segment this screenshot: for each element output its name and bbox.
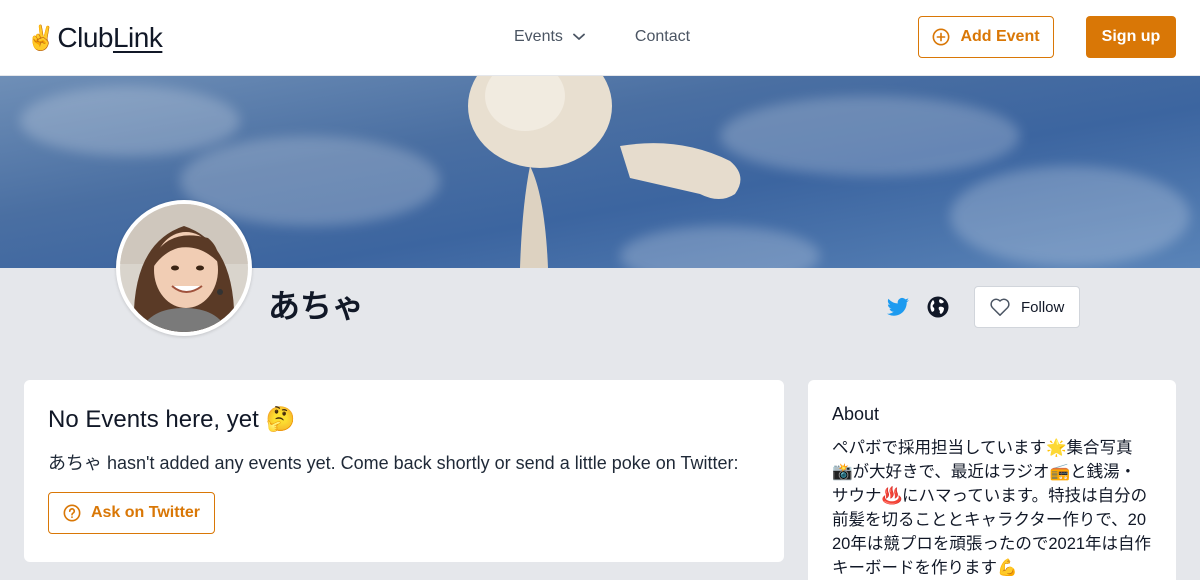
question-circle-icon bbox=[63, 504, 81, 522]
avatar bbox=[116, 200, 252, 336]
avatar-photo bbox=[120, 204, 248, 332]
chevron-down-icon bbox=[573, 33, 585, 40]
ask-on-twitter-label: Ask on Twitter bbox=[90, 504, 201, 521]
about-text: ペパボで採用担当しています🌟集合写真📸が大好きで、最近はラジオ📻と銭湯・サウナ♨… bbox=[832, 439, 1152, 577]
follow-button[interactable]: Follow bbox=[974, 286, 1080, 328]
logo-link-text: Link bbox=[112, 22, 163, 53]
about-card: About ペパボで採用担当しています🌟集合写真📸が大好きで、最近はラジオ📻と銭… bbox=[808, 380, 1176, 580]
nav-events-label: Events bbox=[514, 28, 563, 45]
twitter-icon bbox=[887, 297, 909, 316]
nav-events-dropdown[interactable]: Events bbox=[514, 28, 585, 46]
plus-circle-icon bbox=[932, 28, 950, 46]
globe-icon bbox=[927, 296, 949, 318]
profile-name: あちゃ bbox=[268, 288, 365, 324]
add-event-label: Add Event bbox=[960, 28, 1040, 45]
add-event-button[interactable]: Add Event bbox=[918, 16, 1054, 58]
logo[interactable]: ✌️ Club Link bbox=[26, 20, 163, 56]
top-header: ✌️ Club Link Events Contact Add Event Sig… bbox=[0, 0, 1200, 76]
twitter-profile-link[interactable] bbox=[886, 295, 910, 319]
heart-icon bbox=[990, 298, 1010, 316]
events-empty-message: あちゃ hasn't added any events yet. Come ba… bbox=[48, 453, 739, 473]
events-card: No Events here, yet 🤔 あちゃ hasn't added a… bbox=[24, 380, 784, 562]
sign-up-button[interactable]: Sign up bbox=[1086, 16, 1176, 58]
ask-on-twitter-button[interactable]: Ask on Twitter bbox=[48, 492, 215, 534]
follow-label: Follow bbox=[1021, 298, 1065, 316]
website-link[interactable] bbox=[926, 295, 950, 319]
events-empty-title: No Events here, yet 🤔 bbox=[48, 406, 296, 433]
logo-club-text: Club bbox=[57, 22, 113, 53]
about-title: About bbox=[832, 404, 880, 424]
nav-contact-link[interactable]: Contact bbox=[635, 28, 690, 46]
logo-hand-emoji: ✌️ bbox=[26, 24, 56, 52]
main-nav: Events Contact bbox=[514, 26, 690, 48]
